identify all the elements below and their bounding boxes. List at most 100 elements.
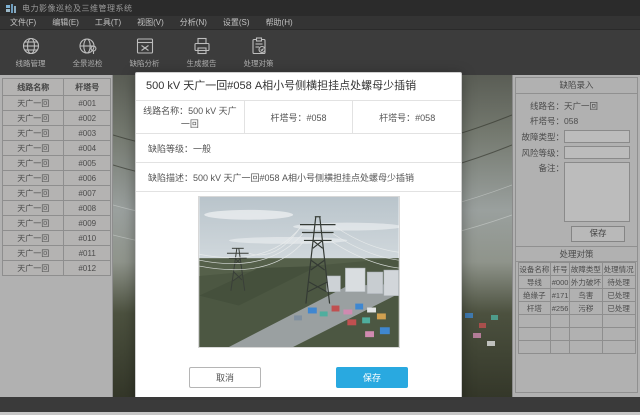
table-row[interactable] [518, 341, 635, 354]
table-row[interactable]: 天广一回#006 [3, 171, 111, 186]
dialog-desc-row: 缺陷描述： 500 kV 天广一回#058 A相小号侧横担挂点处螺母少插销 [136, 163, 461, 192]
table-cell [569, 315, 602, 328]
table-cell: #002 [64, 111, 111, 126]
line-value: 500 kV 天广一回 [181, 106, 237, 129]
table-cell: #005 [64, 156, 111, 171]
table-cell: 天广一回 [3, 141, 64, 156]
level-value: 一般 [193, 142, 211, 155]
table-row[interactable]: 天广一回#011 [3, 246, 111, 261]
line-name-label: 线路名： [520, 100, 564, 112]
table-cell [602, 315, 635, 328]
note-label: 备注： [520, 162, 564, 174]
tower2-label: 杆塔号： [379, 113, 415, 123]
tool-panorama-inspection[interactable]: 全景巡检 [59, 32, 116, 74]
defect-entry-panel: 缺陷录入 线路名： 天广一回 杆塔号： 058 故障类型： 风险等级： [512, 75, 640, 397]
table-row[interactable] [518, 315, 635, 328]
table-cell: 天广一回 [3, 126, 64, 141]
table-row[interactable]: 天广一回#002 [3, 111, 111, 126]
title-bar: 电力影像巡检及三维管理系统 [0, 0, 640, 16]
line-name-value: 天广一回 [564, 100, 598, 112]
desc-value: 500 kV 天广一回#058 A相小号侧横担挂点处螺母少插销 [193, 171, 414, 184]
analysis-window-icon [135, 36, 155, 56]
note-textarea[interactable] [564, 162, 630, 222]
table-cell: #010 [64, 231, 111, 246]
table-cell: 天广一回 [3, 231, 64, 246]
menu-file[interactable]: 文件(F) [10, 17, 36, 28]
table-row[interactable]: 天广一回#007 [3, 186, 111, 201]
table-cell: 鸟害 [569, 289, 602, 302]
menu-bar: 文件(F) 编辑(E) 工具(T) 视图(V) 分析(N) 设置(S) 帮助(H… [0, 16, 640, 30]
defect-detail-dialog: 500 kV 天广一回#058 A相小号侧横担挂点处螺母少插销 线路名称：500… [135, 72, 462, 400]
desc-label: 缺陷描述： [148, 171, 193, 184]
table-cell [602, 328, 635, 341]
save-button[interactable]: 保存 [336, 367, 408, 388]
menu-edit[interactable]: 编辑(E) [52, 17, 79, 28]
table-row[interactable]: 绝缘子#171鸟害已处理 [518, 289, 635, 302]
fault-type-label: 故障类型： [520, 131, 564, 143]
menu-help[interactable]: 帮助(H) [266, 17, 293, 28]
table-header-row: 线路名称 杆塔号 [3, 79, 111, 96]
table-row[interactable]: 天广一回#012 [3, 261, 111, 276]
col-device: 设备名称 [518, 263, 551, 276]
table-cell [551, 315, 570, 328]
table-cell: #004 [64, 141, 111, 156]
tool-countermeasures[interactable]: 处理对策 [230, 32, 287, 74]
table-cell: #000 [551, 276, 570, 289]
table-header-row: 设备名称 杆号 故障类型 处理情况 [518, 263, 635, 276]
table-cell [518, 328, 551, 341]
table-row[interactable]: 天广一回#003 [3, 126, 111, 141]
table-cell: 绝缘子 [518, 289, 551, 302]
field-fault-type: 故障类型： [520, 130, 633, 143]
cancel-button[interactable]: 取消 [189, 367, 261, 388]
table-row[interactable]: 导线#000外力破坏待处理 [518, 276, 635, 289]
table-cell: #006 [64, 171, 111, 186]
tool-label: 缺陷分析 [130, 58, 160, 69]
table-cell: 天广一回 [3, 246, 64, 261]
col-line-name: 线路名称 [3, 79, 64, 96]
app-window: 电力影像巡检及三维管理系统 文件(F) 编辑(E) 工具(T) 视图(V) 分析… [0, 0, 640, 415]
field-line-name: 线路名： 天广一回 [520, 100, 633, 112]
table-cell: 天广一回 [3, 216, 64, 231]
menu-view[interactable]: 视图(V) [137, 17, 164, 28]
table-cell: #009 [64, 216, 111, 231]
table-row[interactable]: 杆塔#256污秽已处理 [518, 302, 635, 315]
table-row[interactable]: 天广一回#004 [3, 141, 111, 156]
risk-level-input[interactable] [564, 146, 630, 159]
tool-line-management[interactable]: 线路管理 [2, 32, 59, 74]
menu-tools[interactable]: 工具(T) [95, 17, 121, 28]
table-cell: 天广一回 [3, 186, 64, 201]
tool-label: 全景巡检 [73, 58, 103, 69]
field-risk-level: 风险等级： [520, 146, 633, 159]
clipboard-check-icon [249, 36, 269, 56]
table-row[interactable]: 天广一回#001 [3, 96, 111, 111]
tower2-value: #058 [415, 113, 435, 123]
countermeasures-table: 设备名称 杆号 故障类型 处理情况 导线#000外力破坏待处理绝缘子#171鸟害… [518, 262, 636, 354]
table-cell: #003 [64, 126, 111, 141]
menu-analysis[interactable]: 分析(N) [180, 17, 207, 28]
table-cell: #256 [551, 302, 570, 315]
table-cell [569, 341, 602, 354]
line-tower-table: 线路名称 杆塔号 天广一回#001天广一回#002天广一回#003天广一回#00… [2, 78, 111, 276]
table-cell [518, 341, 551, 354]
window-title: 电力影像巡检及三维管理系统 [22, 3, 133, 14]
table-cell: 已处理 [602, 302, 635, 315]
table-row[interactable]: 天广一回#010 [3, 231, 111, 246]
table-cell: #001 [64, 96, 111, 111]
table-row[interactable] [518, 328, 635, 341]
table-cell [602, 341, 635, 354]
line-tower-panel: 线路名称 杆塔号 天广一回#001天广一回#002天广一回#003天广一回#00… [0, 75, 113, 397]
table-row[interactable]: 天广一回#009 [3, 216, 111, 231]
table-cell: 杆塔 [518, 302, 551, 315]
defect-save-button[interactable]: 保存 [571, 226, 625, 242]
field-note: 备注： [520, 162, 633, 222]
table-row[interactable]: 天广一回#005 [3, 156, 111, 171]
fault-type-input[interactable] [564, 130, 630, 143]
tool-generate-report[interactable]: 生成报告 [173, 32, 230, 74]
menu-settings[interactable]: 设置(S) [223, 17, 250, 28]
tool-defect-analysis[interactable]: 缺陷分析 [116, 32, 173, 74]
table-cell: 天广一回 [3, 171, 64, 186]
line-label: 线路名称： [143, 106, 188, 116]
table-row[interactable]: 天广一回#008 [3, 201, 111, 216]
level-label: 缺陷等级： [148, 142, 193, 155]
table-cell: 已处理 [602, 289, 635, 302]
